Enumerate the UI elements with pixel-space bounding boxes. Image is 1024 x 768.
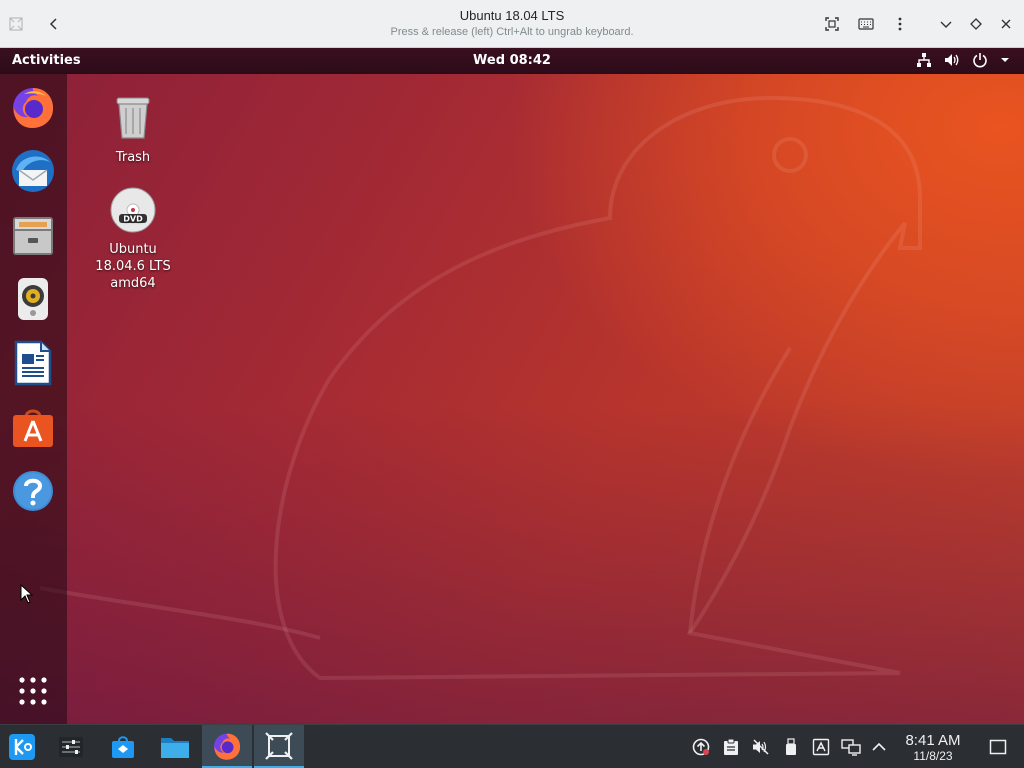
dock-files[interactable] <box>10 212 56 258</box>
dock-libreoffice-writer[interactable] <box>10 340 56 386</box>
task-system-settings[interactable] <box>46 725 96 768</box>
network-icon <box>917 53 931 67</box>
fullscreen-button[interactable] <box>818 10 846 38</box>
show-applications-icon <box>19 677 47 705</box>
dropdown-arrow-icon <box>1001 58 1009 62</box>
tray-usb[interactable] <box>781 737 801 757</box>
help-icon <box>13 471 53 511</box>
mouse-cursor-icon <box>20 584 34 604</box>
host-taskbar: 8:41 AM 11/8/23 <box>0 724 1024 768</box>
vm-viewer-icon <box>265 731 293 760</box>
folder-icon <box>161 738 189 758</box>
show-desktop-icon <box>989 739 1007 755</box>
close-icon <box>1001 19 1011 29</box>
settings-sliders-icon <box>59 737 83 757</box>
status-menu[interactable] <box>916 52 1010 68</box>
dvd-icon: DVD <box>110 187 156 233</box>
dock-rhythmbox[interactable] <box>10 276 56 322</box>
dock-help[interactable] <box>10 468 56 514</box>
volume-icon <box>945 54 959 66</box>
close-button[interactable] <box>992 10 1020 38</box>
task-dolphin[interactable] <box>150 725 200 768</box>
application-launcher[interactable] <box>0 725 44 768</box>
discover-icon <box>112 736 134 758</box>
libreoffice-writer-icon <box>14 340 52 386</box>
guest-desktop[interactable]: Activities Wed 08:42 Trash DVD Ubuntu 18… <box>0 48 1024 724</box>
show-applications-button[interactable] <box>10 668 56 714</box>
vm-titlebar: Ubuntu 18.04 LTS Press & release (left) … <box>0 0 1024 48</box>
tray-expand[interactable] <box>869 737 889 757</box>
gnome-top-bar: Activities Wed 08:42 <box>0 48 1024 74</box>
kde-menu-icon <box>9 734 35 760</box>
desktop-icon-label: Ubuntu 18.04.6 LTS amd64 <box>95 242 171 291</box>
notes-icon <box>812 738 830 756</box>
ubuntu-software-icon <box>13 409 53 447</box>
thunderbird-icon <box>12 150 54 192</box>
tray-network[interactable] <box>841 737 861 757</box>
tray-clipboard[interactable] <box>721 737 741 757</box>
muted-volume-icon <box>753 739 769 755</box>
network-icon <box>841 739 861 756</box>
files-icon <box>13 217 53 255</box>
maximize-button[interactable] <box>962 10 990 38</box>
show-desktop-button[interactable] <box>988 737 1008 757</box>
power-icon <box>973 53 987 68</box>
digital-clock-date[interactable]: 11/8/23 <box>898 749 968 763</box>
fullscreen-icon <box>825 17 839 31</box>
update-icon <box>692 738 710 756</box>
tray-notes[interactable] <box>811 737 831 757</box>
task-firefox[interactable] <box>202 725 252 768</box>
kebab-menu-icon <box>898 17 902 31</box>
digital-clock-time[interactable]: 8:41 AM <box>898 733 968 748</box>
task-discover[interactable] <box>98 725 148 768</box>
task-vm-viewer[interactable] <box>254 725 304 768</box>
keyboard-button[interactable] <box>852 10 880 38</box>
desktop-icon-label: Trash <box>115 150 151 165</box>
trash-icon <box>116 97 150 139</box>
diamond-icon <box>970 18 982 30</box>
desktop-icon-trash[interactable]: Trash <box>85 94 181 166</box>
usb-icon <box>786 738 796 755</box>
clock-button[interactable]: Wed 08:42 <box>0 53 1024 68</box>
dock <box>0 74 67 724</box>
tray-volume[interactable] <box>751 737 771 757</box>
tray-updates[interactable] <box>691 737 711 757</box>
keyboard-icon <box>858 18 874 30</box>
dock-firefox[interactable] <box>10 84 56 130</box>
desktop-icon-dvd[interactable]: DVD Ubuntu 18.04.6 LTS amd64 <box>85 186 181 292</box>
firefox-icon <box>13 88 54 128</box>
dock-thunderbird[interactable] <box>10 148 56 194</box>
dock-ubuntu-software[interactable] <box>10 404 56 450</box>
chevron-down-icon <box>940 21 952 28</box>
svg-text:DVD: DVD <box>123 215 143 224</box>
more-menu-button[interactable] <box>886 10 914 38</box>
firefox-icon <box>213 733 241 760</box>
expand-arrow-icon <box>872 742 886 751</box>
minimize-button[interactable] <box>932 10 960 38</box>
rhythmbox-icon <box>18 278 48 320</box>
clipboard-icon <box>724 738 738 755</box>
